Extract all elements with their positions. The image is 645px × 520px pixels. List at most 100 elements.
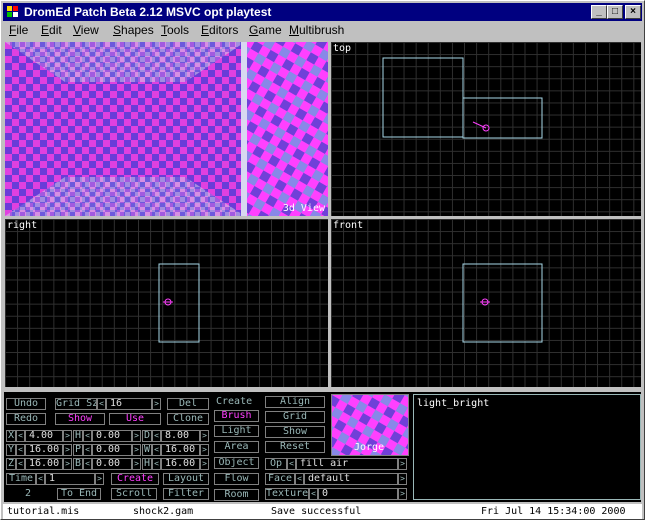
show-grid-button[interactable]: Show bbox=[265, 426, 325, 438]
menu-tools[interactable]: Tools bbox=[161, 21, 189, 39]
texture-field[interactable]: 0 bbox=[318, 488, 398, 500]
arrow-right-icon: > bbox=[202, 431, 207, 440]
arrow-left-icon: < bbox=[18, 459, 23, 468]
arrow-right-icon: > bbox=[65, 445, 70, 454]
coord-heading-decrease[interactable]: < bbox=[83, 430, 92, 442]
coord-pitch-label: P bbox=[73, 444, 83, 456]
to-end-button[interactable]: To End bbox=[57, 488, 101, 500]
coord-x-field[interactable]: 4.00 bbox=[25, 430, 63, 442]
coord-depth-field[interactable]: 8.00 bbox=[161, 430, 200, 442]
create-brush-button[interactable]: Brush bbox=[214, 410, 259, 422]
coord-y-decrease[interactable]: < bbox=[16, 444, 25, 456]
texture-increase[interactable]: > bbox=[398, 488, 407, 500]
face-label: Face bbox=[265, 473, 295, 485]
arrow-right-icon: > bbox=[134, 459, 139, 468]
menu-file[interactable]: File bbox=[9, 21, 28, 39]
face-decrease[interactable]: < bbox=[295, 473, 304, 485]
create-light-button[interactable]: Light bbox=[214, 425, 259, 437]
time-increase[interactable]: > bbox=[95, 473, 104, 485]
op-field[interactable]: fill air bbox=[296, 458, 398, 470]
menu-edit[interactable]: Edit bbox=[41, 21, 62, 39]
minimize-button[interactable]: _ bbox=[591, 5, 607, 19]
coord-z-decrease[interactable]: < bbox=[16, 458, 25, 470]
scroll-button[interactable]: Scroll bbox=[111, 488, 157, 500]
use-button[interactable]: Use bbox=[109, 413, 161, 425]
coord-x-increase[interactable]: > bbox=[63, 430, 72, 442]
coord-height-increase[interactable]: > bbox=[200, 458, 209, 470]
menu-multibrush[interactable]: Multibrush bbox=[289, 21, 344, 39]
coord-z-label: Z bbox=[6, 458, 16, 470]
coord-z-field[interactable]: 16.00 bbox=[25, 458, 63, 470]
coord-height-field[interactable]: 16.00 bbox=[161, 458, 200, 470]
filter-button[interactable]: Filter bbox=[163, 488, 209, 500]
face-increase[interactable]: > bbox=[398, 473, 407, 485]
close-button[interactable]: × bbox=[625, 5, 641, 19]
create-room-button[interactable]: Room bbox=[214, 489, 259, 501]
grid-size-decrease[interactable]: < bbox=[97, 398, 106, 410]
texture-decrease[interactable]: < bbox=[309, 488, 318, 500]
face-field[interactable]: default bbox=[304, 473, 398, 485]
menu-shapes[interactable]: Shapes bbox=[113, 21, 154, 39]
show-button[interactable]: Show bbox=[55, 413, 105, 425]
arrow-right-icon: > bbox=[400, 474, 405, 483]
delete-button[interactable]: Del bbox=[167, 398, 209, 410]
coord-bank-field[interactable]: 0.00 bbox=[92, 458, 132, 470]
create-flow-button[interactable]: Flow bbox=[214, 473, 259, 485]
menu-game[interactable]: Game bbox=[249, 21, 282, 39]
coord-y-increase[interactable]: > bbox=[63, 444, 72, 456]
grid-size-increase[interactable]: > bbox=[152, 398, 161, 410]
coord-width-field[interactable]: 16.00 bbox=[161, 444, 200, 456]
maximize-icon: □ bbox=[611, 6, 619, 17]
layout-button[interactable]: Layout bbox=[163, 473, 209, 485]
arrow-right-icon: > bbox=[202, 459, 207, 468]
arrow-left-icon: < bbox=[289, 459, 294, 468]
coord-width-decrease[interactable]: < bbox=[152, 444, 161, 456]
brush-text-panel[interactable]: light_bright bbox=[413, 394, 641, 500]
coord-pitch-increase[interactable]: > bbox=[132, 444, 141, 456]
coord-heading-field[interactable]: 0.00 bbox=[92, 430, 132, 442]
arrow-right-icon: > bbox=[400, 459, 405, 468]
viewport-right[interactable]: right bbox=[5, 219, 328, 387]
coord-height-decrease[interactable]: < bbox=[152, 458, 161, 470]
viewport-front[interactable]: front bbox=[331, 219, 641, 387]
op-decrease[interactable]: < bbox=[287, 458, 296, 470]
coord-depth-increase[interactable]: > bbox=[200, 430, 209, 442]
coord-width-increase[interactable]: > bbox=[200, 444, 209, 456]
maximize-button[interactable]: □ bbox=[607, 5, 623, 19]
undo-button[interactable]: Undo bbox=[6, 398, 46, 410]
close-icon: × bbox=[630, 6, 636, 17]
menu-editors[interactable]: Editors bbox=[201, 21, 238, 39]
coord-heading-increase[interactable]: > bbox=[132, 430, 141, 442]
texture-preview[interactable]: Jorge bbox=[331, 394, 409, 456]
arrow-left-icon: < bbox=[85, 459, 90, 468]
time-field[interactable]: 1 bbox=[45, 473, 95, 485]
arrow-left-icon: < bbox=[99, 399, 104, 408]
coord-x-decrease[interactable]: < bbox=[16, 430, 25, 442]
coord-z-increase[interactable]: > bbox=[63, 458, 72, 470]
coord-bank-increase[interactable]: > bbox=[132, 458, 141, 470]
create-object-button[interactable]: Object bbox=[214, 457, 259, 469]
grid-button[interactable]: Grid bbox=[265, 411, 325, 423]
title-bar[interactable]: DromEd Patch Beta 2.12 MSVC opt playtest… bbox=[3, 3, 642, 21]
arrow-right-icon: > bbox=[154, 399, 159, 408]
reset-button[interactable]: Reset bbox=[265, 441, 325, 453]
grid-size-label: Grid Sz bbox=[55, 398, 97, 410]
status-bar: tutorial.mis shock2.gam Save successful … bbox=[3, 504, 642, 519]
viewport-3d[interactable]: 3d View bbox=[5, 42, 328, 216]
coord-pitch-decrease[interactable]: < bbox=[83, 444, 92, 456]
time-decrease[interactable]: < bbox=[36, 473, 45, 485]
coord-bank-decrease[interactable]: < bbox=[83, 458, 92, 470]
op-increase[interactable]: > bbox=[398, 458, 407, 470]
create-time-button[interactable]: Create bbox=[111, 473, 159, 485]
menu-view[interactable]: View bbox=[73, 21, 99, 39]
create-area-button[interactable]: Area bbox=[214, 441, 259, 453]
viewport-right-label: right bbox=[7, 220, 38, 231]
redo-button[interactable]: Redo bbox=[6, 413, 46, 425]
coord-pitch-field[interactable]: 0.00 bbox=[92, 444, 132, 456]
viewport-top[interactable]: top bbox=[331, 42, 641, 216]
coord-depth-decrease[interactable]: < bbox=[152, 430, 161, 442]
align-button[interactable]: Align bbox=[265, 396, 325, 408]
clone-button[interactable]: Clone bbox=[167, 413, 209, 425]
grid-size-field[interactable]: 16 bbox=[106, 398, 152, 410]
coord-y-field[interactable]: 16.00 bbox=[25, 444, 63, 456]
